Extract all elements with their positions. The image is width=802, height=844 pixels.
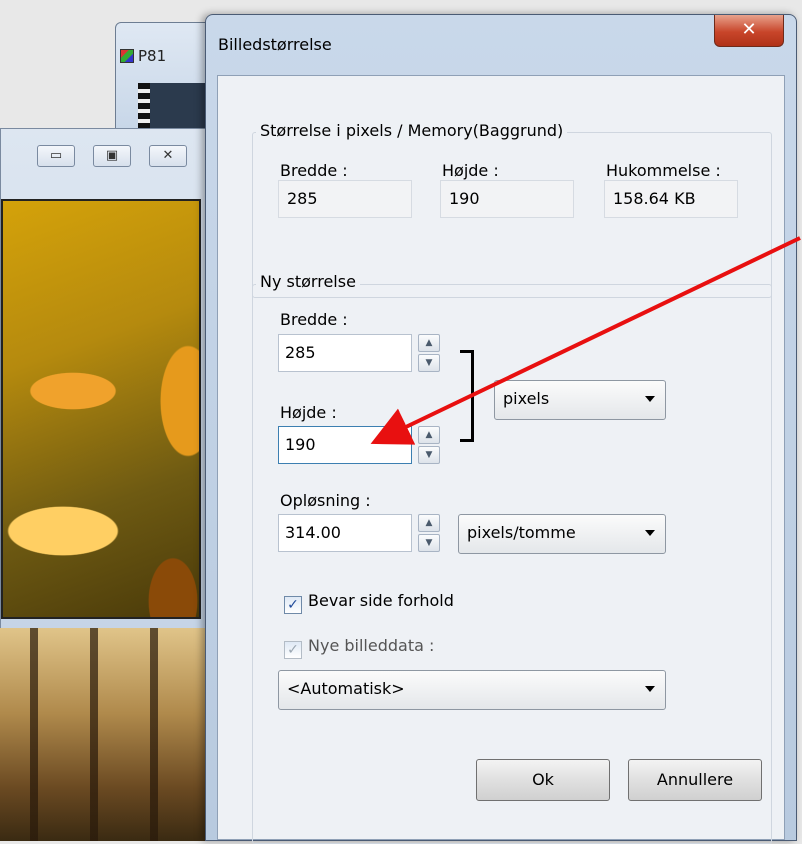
dialog-title: Billedstørrelse <box>218 35 332 54</box>
new-height-input[interactable]: 190 <box>278 426 412 464</box>
keep-aspect-label: Bevar side forhold <box>308 591 454 610</box>
dialog-client-area: Størrelse i pixels / Memory(Baggrund) Br… <box>217 75 785 844</box>
current-height-label: Højde : <box>442 161 499 180</box>
new-size-group-title: Ny størrelse <box>256 272 360 291</box>
spin-up-icon[interactable]: ▲ <box>418 426 440 444</box>
new-image-data-checkbox-row[interactable]: ✓ Nye billeddata : <box>284 636 434 659</box>
forest-image <box>0 628 215 841</box>
image-size-dialog: Billedstørrelse ✕ Størrelse i pixels / M… <box>205 14 797 844</box>
new-width-label: Bredde : <box>280 310 348 329</box>
new-width-input[interactable]: 285 <box>278 334 412 372</box>
spin-down-icon[interactable]: ▼ <box>418 446 440 464</box>
unit-select-value: pixels <box>503 389 550 408</box>
current-size-group-title: Størrelse i pixels / Memory(Baggrund) <box>256 121 568 140</box>
spin-up-icon[interactable]: ▲ <box>418 514 440 532</box>
new-image-data-checkbox[interactable]: ✓ <box>284 641 302 659</box>
resolution-unit-value: pixels/tomme <box>467 523 576 542</box>
resolution-input[interactable]: 314.00 <box>278 514 412 552</box>
resample-select-value: <Automatisk> <box>287 679 405 698</box>
dialog-close-button[interactable]: ✕ <box>714 15 784 47</box>
current-width-field: 285 <box>278 180 412 218</box>
chevron-down-icon <box>645 530 655 536</box>
memory-label: Hukommelse : <box>606 161 721 180</box>
spin-down-icon[interactable]: ▼ <box>418 354 440 372</box>
minimize-button[interactable]: ▭ <box>37 145 75 167</box>
ok-button[interactable]: Ok <box>476 759 610 801</box>
resolution-spinner[interactable]: ▲ ▼ <box>418 514 440 552</box>
chevron-down-icon <box>645 396 655 402</box>
unit-select[interactable]: pixels <box>494 380 666 420</box>
autumn-leaves-image <box>1 199 201 619</box>
aspect-link-bracket <box>460 350 474 442</box>
spin-up-icon[interactable]: ▲ <box>418 334 440 352</box>
current-width-label: Bredde : <box>280 161 348 180</box>
width-spinner[interactable]: ▲ ▼ <box>418 334 440 372</box>
maximize-button[interactable]: ▣ <box>93 145 131 167</box>
spin-down-icon[interactable]: ▼ <box>418 534 440 552</box>
current-height-field: 190 <box>440 180 574 218</box>
new-height-label: Højde : <box>280 403 337 422</box>
resample-select[interactable]: <Automatisk> <box>278 670 666 710</box>
new-image-data-label: Nye billeddata : <box>308 636 435 655</box>
keep-aspect-checkbox-row[interactable]: ✓ Bevar side forhold <box>284 591 454 614</box>
app-icon <box>120 49 134 63</box>
resolution-unit-select[interactable]: pixels/tomme <box>458 514 666 554</box>
height-spinner[interactable]: ▲ ▼ <box>418 426 440 464</box>
close-icon[interactable]: ✕ <box>149 145 187 167</box>
cancel-button[interactable]: Annullere <box>628 759 762 801</box>
background-window-title: P81 <box>138 47 167 65</box>
resolution-label: Opløsning : <box>280 491 371 510</box>
chevron-down-icon <box>645 686 655 692</box>
background-window-photo[interactable]: ▭ ▣ ✕ <box>0 128 225 638</box>
memory-field: 158.64 KB <box>604 180 738 218</box>
keep-aspect-checkbox[interactable]: ✓ <box>284 596 302 614</box>
